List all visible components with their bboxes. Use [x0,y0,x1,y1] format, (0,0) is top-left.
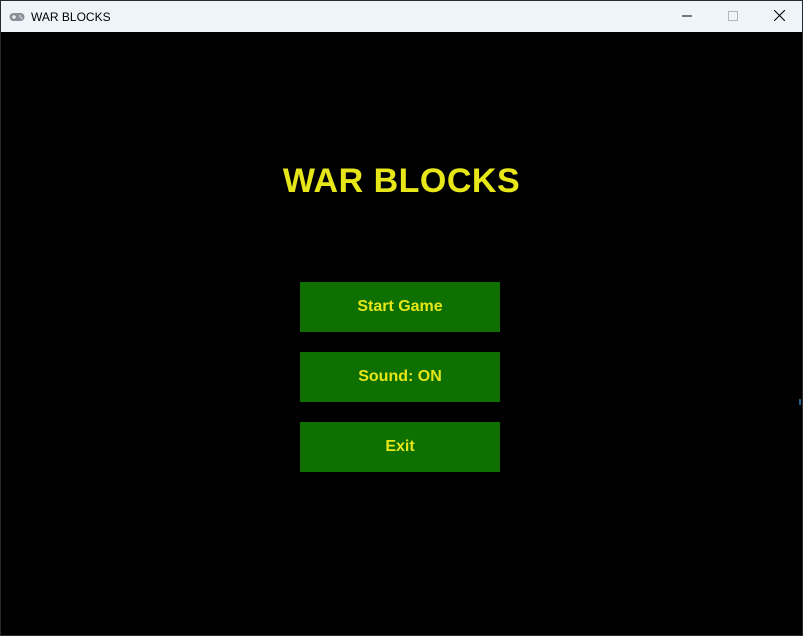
window-edge-mark [799,399,801,405]
start-game-button[interactable]: Start Game [300,282,500,332]
exit-button[interactable]: Exit [300,422,500,472]
app-window: WAR BLOCKS WAR BLOCKS Start Game Sound: … [0,0,803,636]
minimize-icon [682,8,692,26]
sound-toggle-button[interactable]: Sound: ON [300,352,500,402]
window-controls [664,1,802,32]
window-title: WAR BLOCKS [31,9,111,24]
title-bar[interactable]: WAR BLOCKS [1,1,802,32]
minimize-button[interactable] [664,1,710,32]
close-button[interactable] [756,1,802,32]
maximize-button[interactable] [710,1,756,32]
game-canvas: WAR BLOCKS Start Game Sound: ON Exit [1,32,802,635]
maximize-icon [728,8,738,26]
gamepad-icon [9,12,25,22]
close-icon [773,8,785,26]
game-title: WAR BLOCKS [282,162,521,200]
